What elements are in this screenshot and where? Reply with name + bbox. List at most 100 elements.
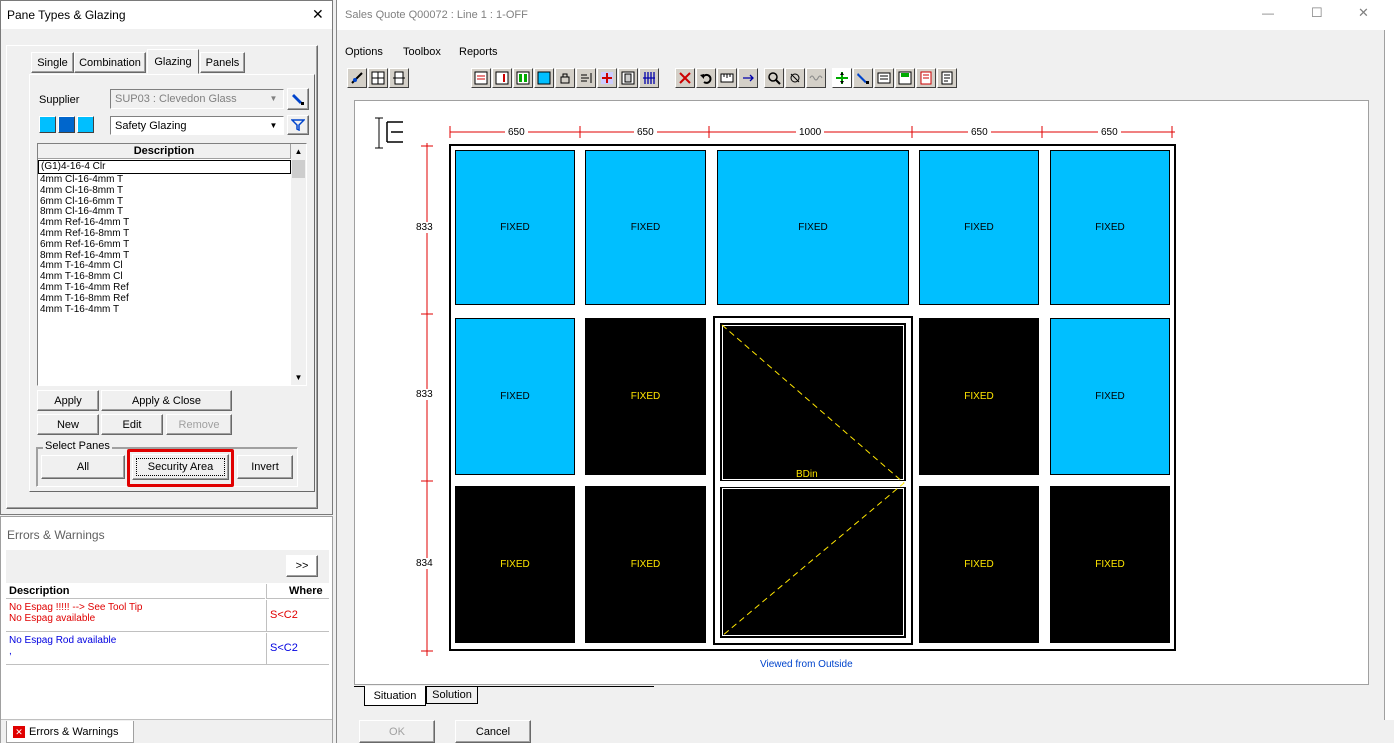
glass-list[interactable]: Description (G1)4-16-4 Clr 4mm Cl-16-4mm … [37, 143, 307, 386]
handle-tool-icon[interactable] [785, 68, 805, 88]
errors-tab[interactable]: ✕ Errors & Warnings [6, 721, 134, 743]
errors-panel: Errors & Warnings >> Description Where N… [0, 516, 333, 743]
print-icon[interactable] [937, 68, 957, 88]
scroll-down-icon[interactable]: ▼ [291, 370, 306, 385]
save-icon[interactable] [895, 68, 915, 88]
list-item[interactable]: 4mm Ref-16-8mm T [38, 228, 291, 239]
new-button[interactable]: New [37, 414, 99, 435]
list-item[interactable]: 4mm T-16-4mm T [38, 304, 291, 315]
error-row[interactable]: No Espag Rod available , S<C2 [6, 633, 329, 665]
tab-single[interactable]: Single [31, 52, 74, 73]
list-item[interactable]: 6mm Cl-16-6mm T [38, 196, 291, 207]
pane-r3-c2[interactable]: FIXED [585, 486, 706, 643]
close-icon[interactable]: ✕ [312, 6, 324, 23]
wave-tool-icon[interactable] [806, 68, 826, 88]
pane-r3-c5[interactable]: FIXED [1050, 486, 1170, 643]
col-description-header[interactable]: Description [6, 584, 265, 599]
bead-tool-icon[interactable] [513, 68, 533, 88]
arrow-tool-icon[interactable] [738, 68, 758, 88]
remove-button[interactable]: Remove [166, 414, 232, 435]
tab-panels[interactable]: Panels [200, 52, 245, 73]
view-bar-icon[interactable] [58, 116, 75, 133]
pane-r2-c5[interactable]: FIXED [1050, 318, 1170, 475]
invert-button[interactable]: Invert [237, 455, 293, 479]
apply-close-button[interactable]: Apply & Close [101, 390, 232, 411]
glass-tool-icon[interactable] [471, 68, 491, 88]
list-item[interactable]: 4mm Ref-16-4mm T [38, 217, 291, 228]
pane-label: FIXED [1095, 391, 1125, 402]
pane-r1-c2[interactable]: FIXED [585, 150, 706, 305]
lock-tool-icon[interactable] [555, 68, 575, 88]
menu-reports[interactable]: Reports [459, 46, 498, 58]
row-divider [266, 600, 267, 632]
bars-tool-icon[interactable] [639, 68, 659, 88]
rotate-tool-icon[interactable] [347, 68, 367, 88]
undo-icon[interactable] [696, 68, 716, 88]
tab-combination[interactable]: Combination [74, 52, 146, 73]
list-item[interactable]: 4mm Cl-16-4mm T [38, 174, 291, 185]
supplier-select[interactable]: SUP03 : Clevedon Glass ▼ [110, 89, 284, 109]
scroll-thumb[interactable] [292, 160, 305, 178]
list-item[interactable]: 4mm T-16-8mm Cl [38, 271, 291, 282]
tab-solution[interactable]: Solution [426, 686, 478, 704]
list-item[interactable]: (G1)4-16-4 Clr [38, 160, 291, 174]
pane-r3-c1[interactable]: FIXED [455, 486, 575, 643]
list-scrollbar[interactable]: ▲ ▼ [291, 144, 306, 385]
list-item[interactable]: 4mm Cl-16-8mm T [38, 185, 291, 196]
cancel-button[interactable]: Cancel [455, 720, 531, 743]
pane-fill-icon[interactable] [534, 68, 554, 88]
sash-tool-icon[interactable] [492, 68, 512, 88]
pane-r2-c2[interactable]: FIXED [585, 318, 706, 475]
pane-r3-c4[interactable]: FIXED [919, 486, 1039, 643]
properties-icon[interactable] [874, 68, 894, 88]
grid-tool-icon[interactable] [368, 68, 388, 88]
apply-button[interactable]: Apply [37, 390, 99, 411]
align-tool-icon[interactable] [576, 68, 596, 88]
drawing-area[interactable]: 650 650 1000 650 650 833 833 834 FIXED F… [354, 100, 1369, 685]
ok-button[interactable]: OK [359, 720, 435, 743]
expand-tool-icon[interactable] [832, 68, 852, 88]
view-tile-icon[interactable] [39, 116, 56, 133]
supplier-tool-icon[interactable] [287, 88, 309, 110]
category-select[interactable]: Safety Glazing ▼ [110, 116, 284, 135]
tab-situation[interactable]: Situation [364, 686, 426, 706]
measure-tool-icon[interactable] [717, 68, 737, 88]
select-all-button[interactable]: All [41, 455, 125, 479]
list-item[interactable]: 8mm Cl-16-4mm T [38, 206, 291, 217]
pen-tool-icon[interactable] [853, 68, 873, 88]
report-icon[interactable] [916, 68, 936, 88]
pane-r2-c4[interactable]: FIXED [919, 318, 1039, 475]
scroll-up-icon[interactable]: ▲ [291, 144, 306, 159]
filter-icon[interactable] [287, 115, 309, 135]
list-item[interactable]: 6mm Ref-16-6mm T [38, 239, 291, 250]
error-row[interactable]: No Espag !!!!! --> See Tool Tip No Espag… [6, 600, 329, 632]
pane-r1-c3[interactable]: FIXED [717, 150, 909, 305]
delete-icon[interactable] [675, 68, 695, 88]
tab-glazing[interactable]: Glazing [147, 49, 199, 74]
list-item[interactable]: 4mm T-16-8mm Ref [38, 293, 291, 304]
close-icon[interactable]: ✕ [1358, 5, 1369, 21]
pane-r2-c1[interactable]: FIXED [455, 318, 575, 475]
zoom-icon[interactable] [764, 68, 784, 88]
edit-button[interactable]: Edit [101, 414, 163, 435]
security-area-button[interactable]: Security Area [132, 454, 229, 480]
select-panes-legend: Select Panes [43, 440, 112, 452]
panel-tool-icon[interactable] [618, 68, 638, 88]
list-item[interactable]: 4mm T-16-4mm Ref [38, 282, 291, 293]
expand-button[interactable]: >> [286, 555, 318, 577]
list-item[interactable]: 8mm Ref-16-4mm T [38, 250, 291, 261]
door-sash[interactable]: BDin [713, 316, 913, 645]
maximize-icon[interactable]: ☐ [1311, 5, 1323, 21]
menu-toolbox[interactable]: Toolbox [403, 46, 441, 58]
col-where-header[interactable]: Where [266, 584, 329, 599]
snowflake-tool-icon[interactable] [597, 68, 617, 88]
menu-options[interactable]: Options [345, 46, 383, 58]
pane-r1-c1[interactable]: FIXED [455, 150, 575, 305]
pane-r1-c5[interactable]: FIXED [1050, 150, 1170, 305]
view-split-icon[interactable] [77, 116, 94, 133]
minimize-icon[interactable]: — [1262, 6, 1274, 20]
pane-r1-c4[interactable]: FIXED [919, 150, 1039, 305]
mullion-tool-icon[interactable] [389, 68, 409, 88]
list-item[interactable]: 4mm T-16-4mm Cl [38, 260, 291, 271]
list-header[interactable]: Description [38, 144, 291, 159]
